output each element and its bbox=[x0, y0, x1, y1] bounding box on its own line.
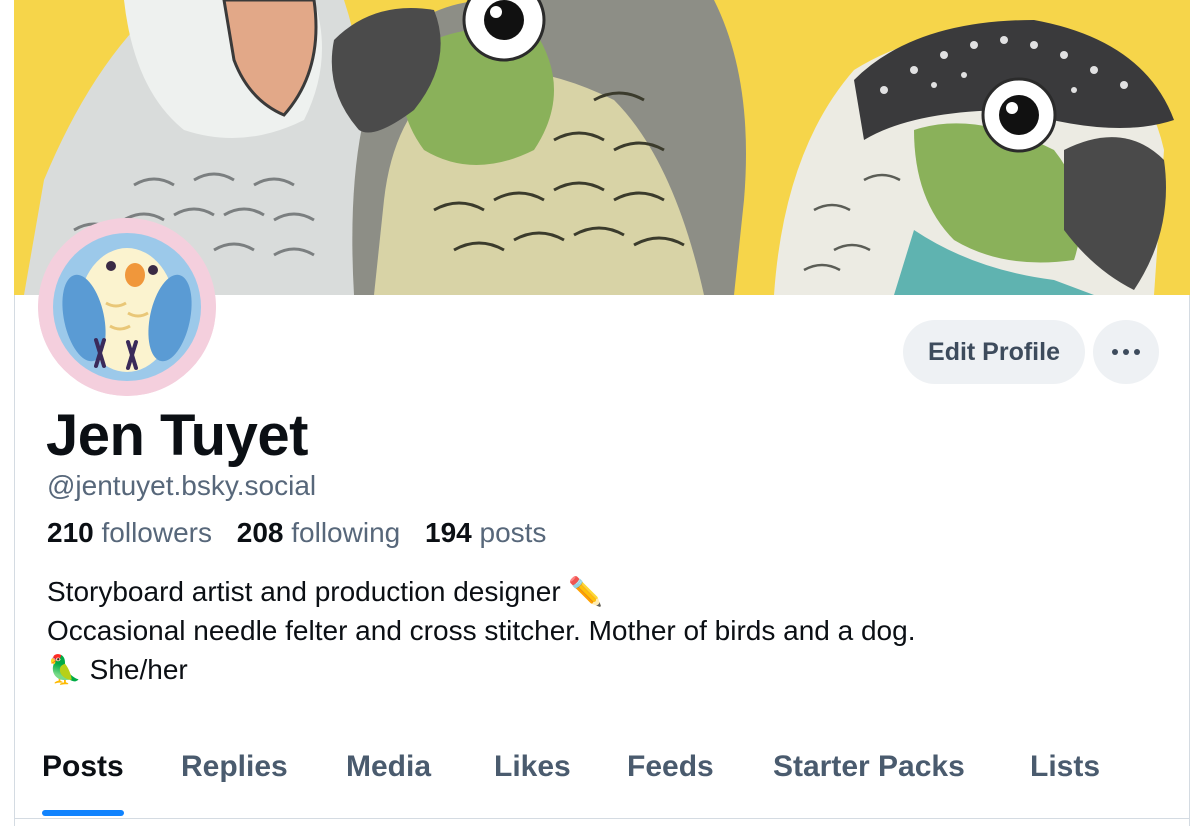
following-link[interactable]: 208 following bbox=[237, 517, 408, 548]
tab-likes[interactable]: Likes bbox=[494, 740, 571, 818]
avatar[interactable] bbox=[38, 218, 216, 396]
tab-media[interactable]: Media bbox=[346, 740, 431, 818]
following-label: following bbox=[291, 517, 401, 548]
tab-label: Starter Packs bbox=[773, 750, 965, 783]
tab-posts[interactable]: Posts bbox=[42, 740, 124, 818]
bio-line: Occasional needle felter and cross stitc… bbox=[47, 615, 916, 646]
bio-line: 🦜 She/her bbox=[47, 654, 188, 685]
bio-line: Storyboard artist and production designe… bbox=[47, 576, 604, 607]
tab-starter-packs[interactable]: Starter Packs bbox=[773, 740, 965, 818]
tab-label: Replies bbox=[181, 750, 288, 783]
edit-profile-button[interactable]: Edit Profile bbox=[903, 320, 1085, 384]
tab-label: Media bbox=[346, 750, 432, 783]
ellipsis-icon bbox=[1112, 349, 1140, 355]
posts-label: posts bbox=[479, 517, 547, 548]
followers-label: followers bbox=[101, 517, 212, 548]
tab-label: Lists bbox=[1030, 750, 1101, 783]
tab-lists[interactable]: Lists bbox=[1030, 740, 1100, 818]
profile-tabs: Posts Replies Media Likes Feeds Starter … bbox=[14, 740, 1190, 818]
tab-label: Posts bbox=[42, 750, 124, 783]
budgie-avatar-icon bbox=[38, 218, 216, 396]
tab-label: Likes bbox=[494, 750, 571, 783]
followers-count: 210 bbox=[47, 517, 94, 548]
more-options-button[interactable] bbox=[1093, 320, 1159, 384]
active-tab-indicator bbox=[42, 810, 124, 816]
posts-count: 194 bbox=[425, 517, 472, 548]
display-name: Jen Tuyet bbox=[46, 403, 308, 468]
profile-bio: Storyboard artist and production designe… bbox=[47, 572, 915, 689]
posts-stat: 194 posts bbox=[425, 517, 546, 548]
tab-feeds[interactable]: Feeds bbox=[627, 740, 714, 818]
tab-label: Feeds bbox=[627, 750, 714, 783]
followers-link[interactable]: 210 followers bbox=[47, 517, 220, 548]
tabs-divider bbox=[14, 818, 1190, 819]
following-count: 208 bbox=[236, 517, 284, 548]
tab-replies[interactable]: Replies bbox=[181, 740, 288, 818]
profile-handle[interactable]: @jentuyet.bsky.social bbox=[47, 468, 316, 504]
profile-stats: 210 followers 208 following 194 posts bbox=[47, 514, 563, 552]
